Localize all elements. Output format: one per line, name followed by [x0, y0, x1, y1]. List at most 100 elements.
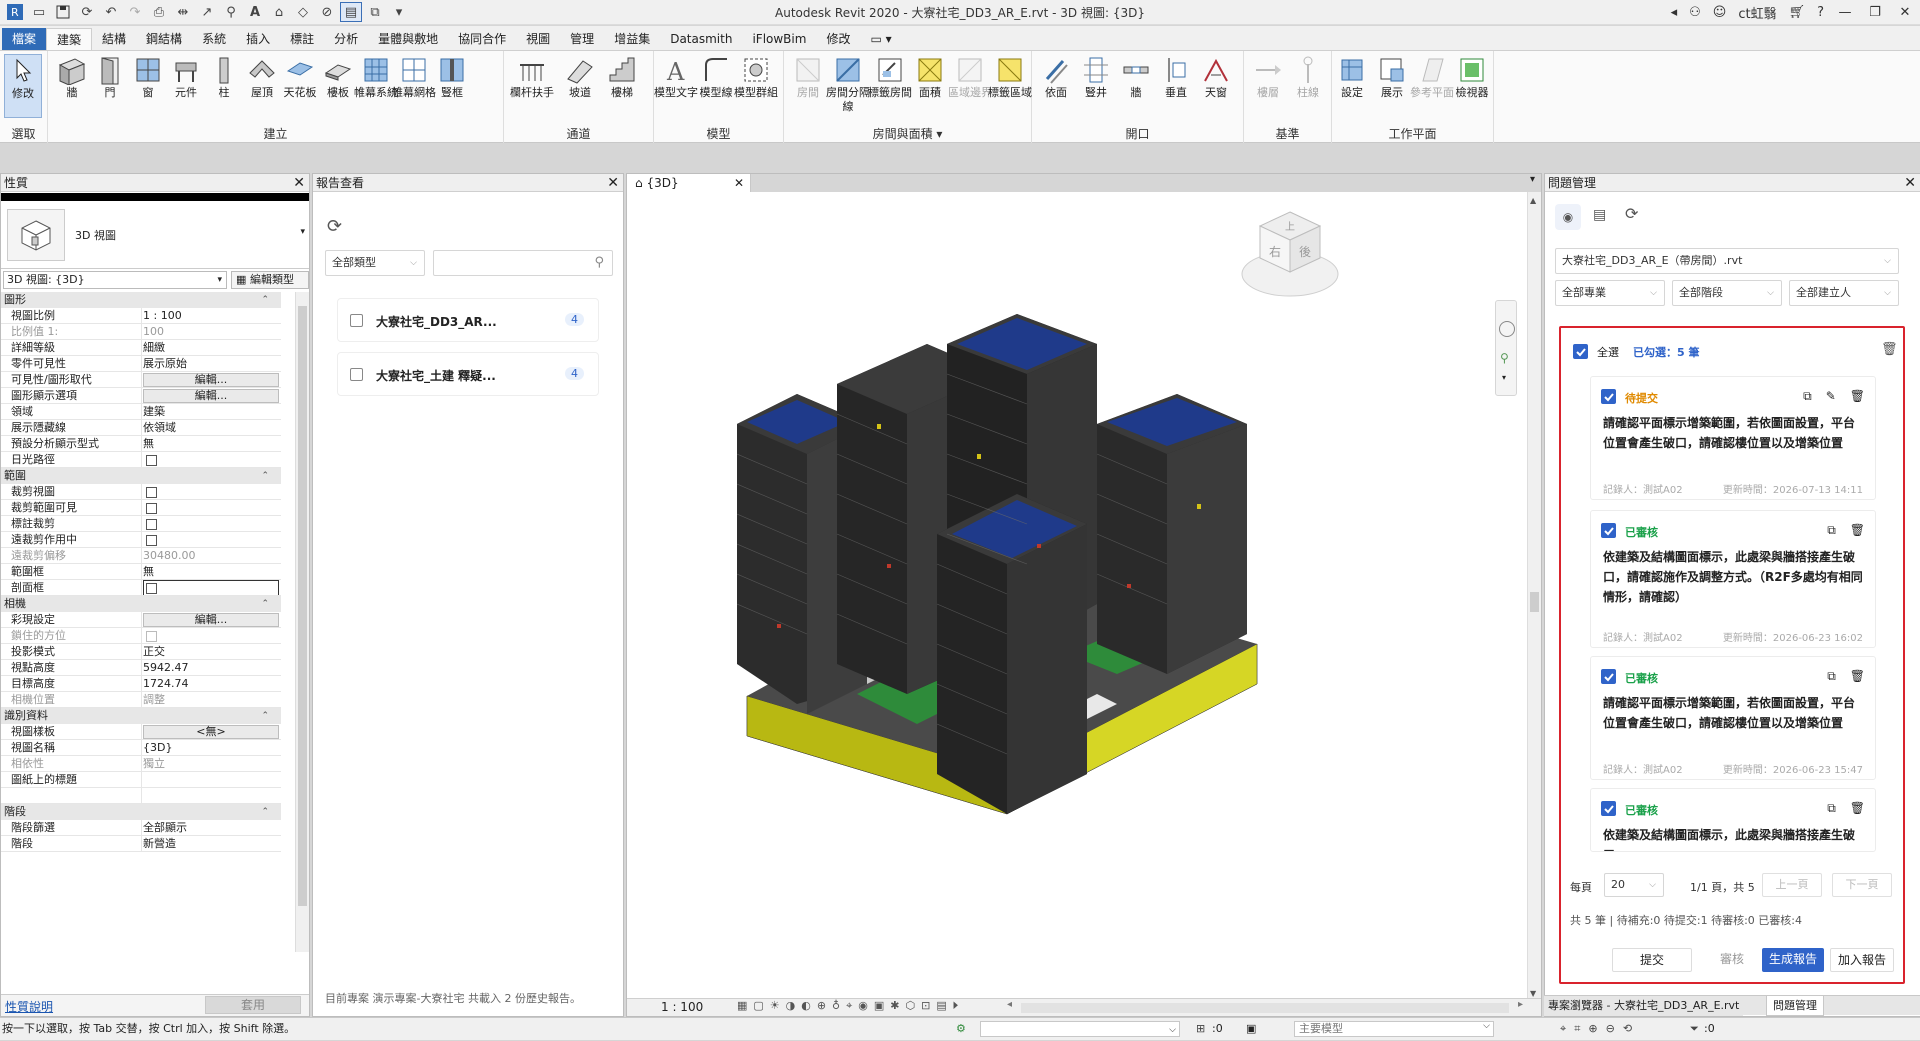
issue-file-select[interactable]: 大寮社宅_DD3_AR_E（帶房間）.rvt ⌵ [1555, 248, 1899, 274]
issue-home-icon[interactable]: ◉ [1555, 204, 1581, 230]
search-back-icon[interactable]: ◂ [1665, 0, 1684, 25]
hscroll-right-icon[interactable]: ▸ [1518, 999, 1523, 1010]
section-box-checkbox[interactable] [146, 583, 157, 594]
undo-icon[interactable]: ↶ [100, 2, 122, 22]
binoculars-icon[interactable]: ⚇ [1683, 0, 1707, 25]
section-graphics[interactable]: 圖形 ⌃ [1, 292, 281, 308]
tab-structure[interactable]: 結構 [92, 28, 136, 50]
tab-issue-management[interactable]: 問題管理 [1766, 996, 1824, 1016]
thin-lines-icon[interactable]: ⊘ [316, 2, 338, 22]
3d-view-icon[interactable]: ⌂ [268, 2, 290, 22]
railing-button[interactable]: 欄杆扶手 [510, 54, 554, 100]
prop-discipline[interactable]: 領域 建築 [1, 404, 281, 420]
set-workplane-button[interactable]: 設定 [1332, 54, 1372, 100]
workset-select[interactable]: ⌵ [980, 1021, 1180, 1037]
prop-view-name[interactable]: 視圖名稱 {3D} [1, 740, 281, 756]
annotation-crop-checkbox[interactable] [146, 519, 157, 530]
issue-checkbox[interactable] [1601, 389, 1616, 404]
submit-button[interactable]: 提交 [1612, 948, 1692, 972]
view-cube[interactable]: 上 右 後 [1235, 204, 1345, 304]
tab-insert[interactable]: 插入 [236, 28, 280, 50]
close-icon[interactable]: ✕ [1904, 174, 1916, 192]
view-vscrollbar[interactable]: ▲ ▼ [1527, 192, 1541, 1000]
floor-button[interactable]: 樓板 [318, 54, 358, 100]
wall-opening-button[interactable]: 牆 [1116, 54, 1156, 100]
filter-project-select[interactable]: 全部專業 ⌵ [1555, 280, 1665, 306]
zoom-icon[interactable]: ⚲ [1500, 351, 1509, 365]
revit-logo-icon[interactable]: R [4, 2, 26, 22]
ramp-button[interactable]: 坡道 [560, 54, 600, 100]
measure-icon[interactable]: ⇹ [172, 2, 194, 22]
sun-path-checkbox[interactable] [146, 455, 157, 466]
filter-creator-select[interactable]: 全部建立人 ⌵ [1789, 280, 1899, 306]
issue-view-icon[interactable]: ⧉ [1803, 389, 1812, 404]
vg-edit-button[interactable]: 編輯... [143, 373, 279, 387]
vertical-opening-button[interactable]: 垂直 [1156, 54, 1196, 100]
redo-icon[interactable]: ↷ [124, 2, 146, 22]
by-face-button[interactable]: 依面 [1036, 54, 1076, 100]
tab-massing[interactable]: 量體與敷地 [368, 28, 448, 50]
view-template-button[interactable]: <無> [143, 725, 279, 739]
select-label[interactable]: 選取 [0, 125, 47, 142]
tab-manage[interactable]: 管理 [560, 28, 604, 50]
dormer-button[interactable]: 天窗 [1196, 54, 1236, 100]
help-icon[interactable]: ? [1811, 0, 1830, 25]
properties-help-link[interactable]: 性質說明 [5, 998, 53, 1015]
print-icon[interactable]: ⎙ [148, 2, 170, 22]
generate-report-button[interactable]: 生成報告 [1762, 948, 1824, 972]
view-tab-menu-icon[interactable]: ▾ [1530, 174, 1535, 185]
user-icon[interactable]: ☺ [1707, 0, 1733, 25]
per-page-select[interactable]: 20 ⌵ [1604, 873, 1664, 897]
cart-icon[interactable]: 🛒︎ [1783, 0, 1812, 25]
door-button[interactable]: 門 [90, 54, 130, 100]
report-item-checkbox[interactable] [350, 368, 363, 381]
tab-file[interactable]: 檔案 [2, 28, 47, 50]
tab-systems[interactable]: 系統 [192, 28, 236, 50]
next-page-button[interactable]: 下一頁 [1832, 873, 1892, 897]
view-instance-select[interactable]: 3D 視圖: {3D} ▾ [3, 271, 227, 289]
selection-toggle-icons[interactable]: ⌖⌗⊕⊖⟲ [1560, 1018, 1640, 1040]
edit-type-button[interactable]: ▦ 編輯類型 [231, 271, 309, 289]
issue-card[interactable]: 已審核 ⧉ 🗑︎ 依建築及結構圖面標示，此處梁與牆搭接產生破口，請確認施作及調整方… [1590, 510, 1876, 648]
select-all-label[interactable]: 全選 [1597, 344, 1619, 360]
ref-plane-button[interactable]: 參考平面 [1410, 54, 1454, 100]
issue-card[interactable]: 已審核 ⧉ 🗑︎ 依建築及結構圖面標示，此處梁與牆搭接產生破口， [1590, 788, 1876, 852]
close-icon[interactable]: ✕ [607, 174, 619, 192]
review-button[interactable]: 審核 [1700, 948, 1764, 972]
crop-visible-checkbox[interactable] [146, 503, 157, 514]
grid-button[interactable]: 柱線 [1288, 54, 1328, 100]
tab-collaborate[interactable]: 協同合作 [448, 28, 516, 50]
text-icon[interactable]: A [244, 2, 266, 22]
prop-title-on-sheet[interactable]: 圖紙上的標題 [1, 772, 281, 788]
tab-annotate[interactable]: 標註 [280, 28, 324, 50]
save-icon[interactable] [52, 2, 74, 22]
trash-icon[interactable]: 🗑︎ [1881, 342, 1898, 357]
steering-wheel-icon[interactable] [1499, 321, 1515, 337]
issue-view-icon[interactable]: ⧉ [1827, 669, 1836, 684]
trash-icon[interactable]: 🗑︎ [1850, 669, 1865, 684]
issue-view-icon[interactable]: ⧉ [1827, 801, 1836, 816]
level-button[interactable]: 樓層 [1248, 54, 1288, 100]
issue-card[interactable]: 已審核 ⧉ 🗑︎ 請確認平面標示增築範圍，若依圖面設置，平台位置會產生破口，請確認… [1590, 656, 1876, 780]
tab-datasmith[interactable]: Datasmith [660, 28, 742, 50]
issue-checkbox[interactable] [1601, 801, 1616, 816]
issue-card[interactable]: 待提交 ⧉ ✎ 🗑︎ 請確認平面標示增築範圍，若依圖面設置，平台位置會產生破口，請確… [1590, 376, 1876, 500]
tab-view[interactable]: 視圖 [516, 28, 560, 50]
tab-addins[interactable]: 增益集 [604, 28, 660, 50]
tab-project-browser[interactable]: 專案瀏覽器 - 大寮社宅_DD3_AR_E.rvt [1544, 996, 1744, 1016]
prop-view-scale[interactable]: 視圖比例 1 : 100 [1, 308, 281, 324]
shaft-button[interactable]: 豎井 [1076, 54, 1116, 100]
ribbon-display-toggle[interactable]: ▭ ▾ [860, 28, 901, 50]
report-item-checkbox[interactable] [350, 314, 363, 327]
report-item[interactable]: 大寮社宅_DD3_AR... 4 [337, 298, 599, 342]
editable-only-icon[interactable]: ⊞ [1196, 1018, 1205, 1040]
issue-view-icon[interactable]: ⧉ [1827, 523, 1836, 538]
view-control-icons[interactable]: ▦▢☀◑◐⊕♁⌖◉▣✱⬡⊡▤⏵ [737, 999, 964, 1013]
curtain-grid-button[interactable]: 帷幕網格 [392, 54, 436, 100]
design-option-select[interactable]: 主要模型 ⌵ [1294, 1021, 1494, 1037]
prop-detail-level[interactable]: 詳細等級 細緻 [1, 340, 281, 356]
model-text-button[interactable]: A 模型文字 [654, 54, 698, 100]
worksets-icon[interactable]: ⚙ [956, 1018, 966, 1040]
ceiling-button[interactable]: 天花板 [280, 54, 320, 100]
area-boundary-button[interactable]: 區域邊界 [948, 54, 992, 100]
